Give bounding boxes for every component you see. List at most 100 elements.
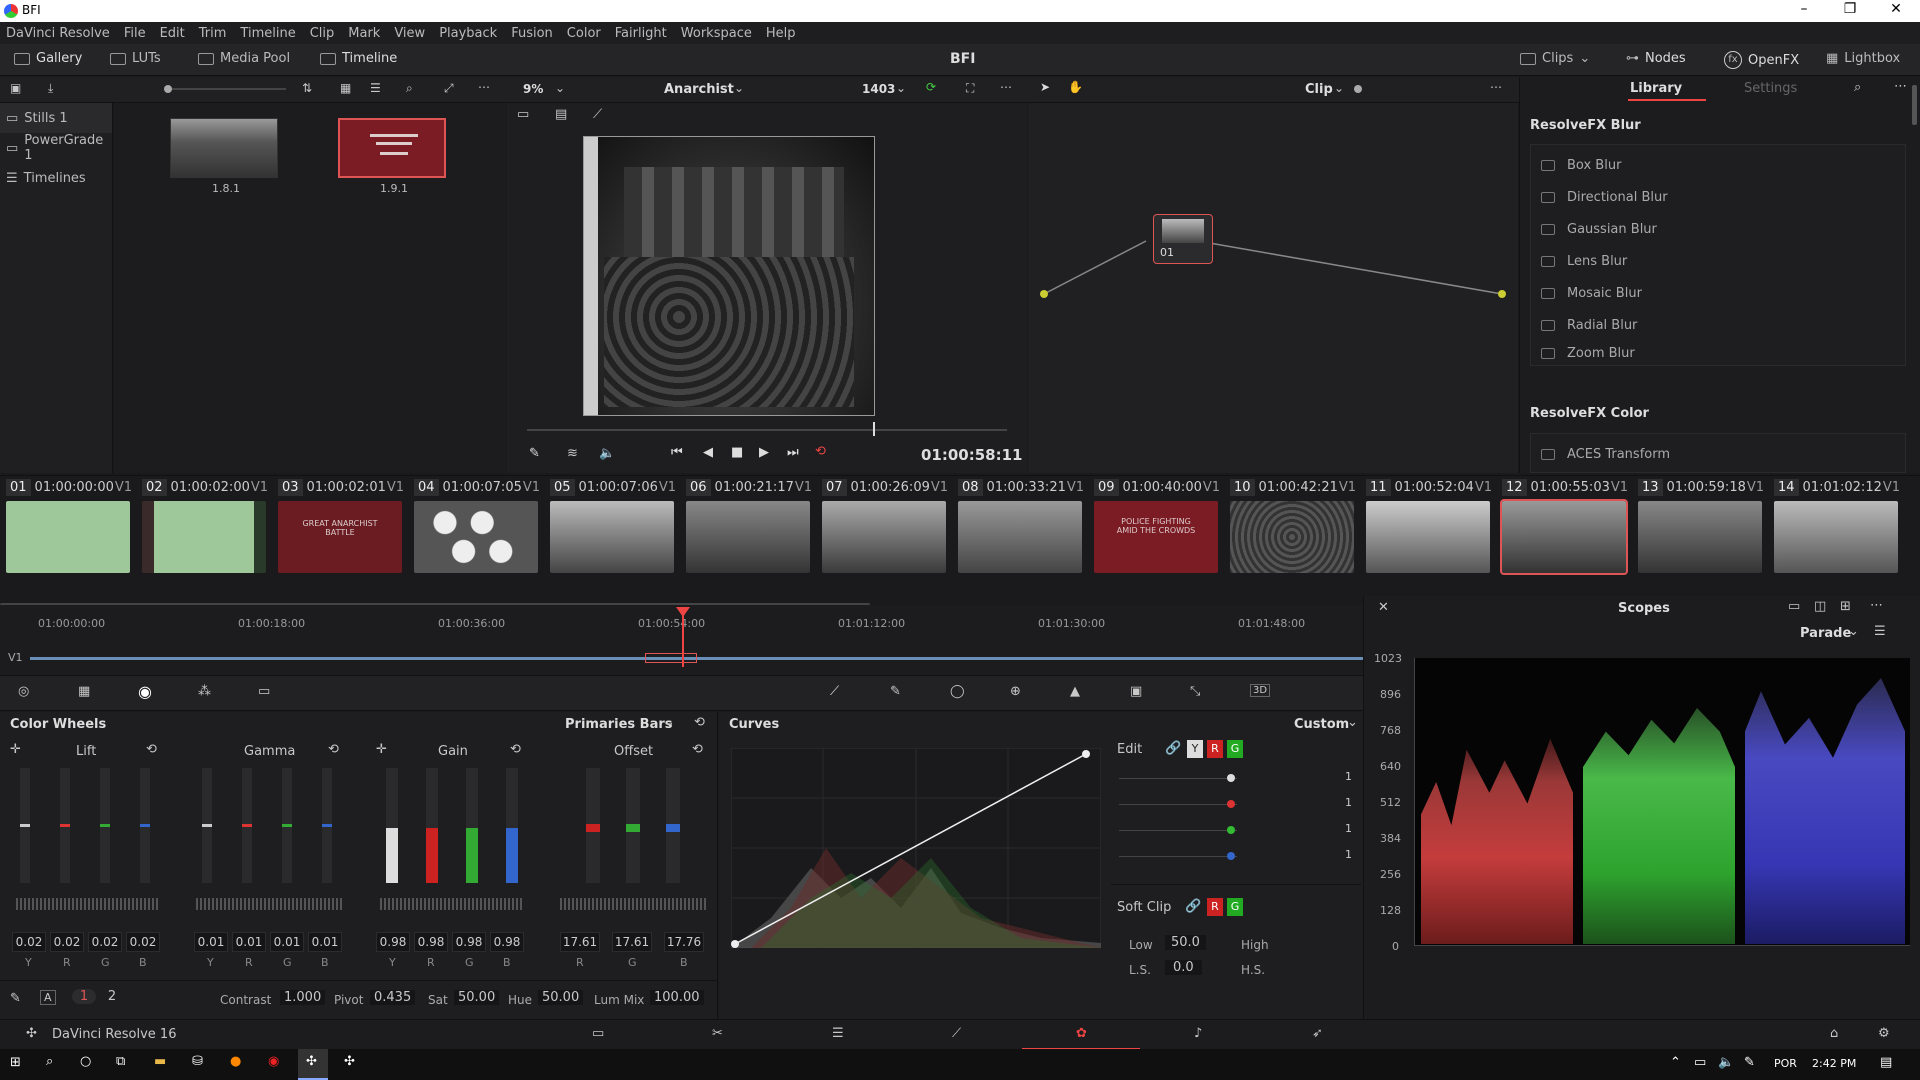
store-icon[interactable]: ⛁ [192, 1054, 203, 1069]
curves-mode-selector[interactable]: Custom [1294, 717, 1349, 732]
scrollbar[interactable] [1912, 85, 1917, 125]
intensity-b-value[interactable]: 1 [1345, 848, 1352, 861]
motion-effects-icon[interactable]: ▭ [258, 684, 270, 699]
color-node[interactable]: 01 [1153, 214, 1213, 264]
curve-point[interactable] [731, 940, 739, 948]
media-page-icon[interactable]: ▭ [592, 1026, 604, 1041]
scrub-bar[interactable] [527, 429, 1007, 431]
clip-05[interactable]: 05 01:00:07:06 V1 [544, 476, 680, 601]
search-icon[interactable]: ⌕ [46, 1054, 53, 1069]
notifications-icon[interactable]: ▤ [1880, 1055, 1892, 1070]
scope-settings-icon[interactable]: ☰ [1874, 624, 1886, 639]
color-page-tab[interactable]: ✿ [1022, 1020, 1140, 1050]
firefox-icon[interactable]: ● [230, 1054, 241, 1069]
still-thumbnail[interactable] [170, 118, 278, 178]
search-icon[interactable]: ⌕ [406, 81, 413, 96]
color-match-icon[interactable]: ▦ [78, 684, 90, 699]
curve-intensity-sliders[interactable] [1119, 772, 1239, 860]
clip-11[interactable]: 11 01:00:52:04 V1 [1360, 476, 1496, 601]
ls-value[interactable]: 0.0 [1165, 960, 1202, 975]
frame-counter[interactable]: 1403 [862, 82, 895, 96]
app-icon[interactable]: ◉ [268, 1054, 279, 1069]
softclip-r-toggle[interactable]: R [1207, 898, 1223, 916]
tracker-icon[interactable]: ⊕ [1010, 684, 1021, 699]
3d-icon[interactable]: 3D [1250, 684, 1271, 697]
scrub-playhead[interactable] [873, 422, 875, 436]
pen-icon[interactable]: ✎ [1744, 1055, 1755, 1070]
zoom-level[interactable]: 9% [523, 82, 543, 96]
layers-icon[interactable]: ≋ [567, 446, 578, 461]
menu-fusion[interactable]: Fusion [511, 26, 553, 41]
clip-09[interactable]: 09 01:00:40:00 V1 POLICE FIGHTING AMID THE … [1088, 476, 1224, 601]
gain-r-value[interactable]: 0.98 [414, 932, 448, 952]
page-1-button[interactable]: 1 [72, 989, 96, 1004]
blur-icon[interactable]: ▲ [1070, 684, 1080, 699]
home-icon[interactable]: ⌂ [1830, 1026, 1838, 1041]
input-port[interactable] [1040, 290, 1048, 298]
gallery-button[interactable]: Gallery [14, 51, 82, 66]
skip-start-icon[interactable]: ⏮ [671, 445, 683, 460]
curve-g-toggle[interactable]: G [1227, 740, 1243, 758]
color-wheels-icon[interactable]: ◉ [138, 682, 152, 701]
edit-page-icon[interactable]: ☰ [832, 1026, 844, 1041]
fusion-page-icon[interactable]: ⟋ [952, 1026, 961, 1041]
fairlight-page-icon[interactable]: ♪ [1194, 1026, 1202, 1041]
auto-balance-icon[interactable]: ✎ [10, 991, 21, 1006]
menu-view[interactable]: View [394, 26, 425, 41]
clips-button[interactable]: Clips ⌄ [1520, 51, 1590, 66]
menu-clip[interactable]: Clip [310, 26, 335, 41]
playhead[interactable] [682, 609, 684, 667]
pointer-icon[interactable]: ➤ [1040, 80, 1050, 94]
file-explorer-icon[interactable]: ▬ [154, 1054, 166, 1069]
stop-icon[interactable]: ■ [731, 445, 743, 460]
crosshair-icon[interactable]: ✛ [10, 742, 21, 757]
cut-page-icon[interactable]: ✂ [712, 1026, 723, 1041]
menu-workspace[interactable]: Workspace [681, 26, 752, 41]
clip-06[interactable]: 06 01:00:21:17 V1 [680, 476, 816, 601]
sort-icon[interactable]: ⇅ [302, 81, 312, 95]
output-port[interactable] [1498, 290, 1506, 298]
sidebar-item-stills[interactable]: ▭ Stills 1 [0, 103, 112, 133]
gain-b-value[interactable]: 0.98 [490, 932, 524, 952]
more-options-icon[interactable]: ⋯ [1490, 80, 1502, 94]
fx-item-aces-transform[interactable]: ACES Transform [1541, 438, 1670, 470]
reset-icon[interactable]: ⟲ [692, 742, 703, 757]
sat-value[interactable]: 50.00 [454, 990, 500, 1005]
gamma-y-value[interactable]: 0.01 [194, 932, 228, 952]
offset-g-value[interactable]: 17.61 [612, 932, 652, 952]
maximize-button[interactable]: ❐ [1830, 1, 1870, 17]
intensity-r-value[interactable]: 1 [1345, 796, 1352, 809]
tab-settings[interactable]: Settings [1744, 81, 1797, 96]
network-icon[interactable]: ▭ [1694, 1055, 1706, 1070]
menu-file[interactable]: File [124, 26, 146, 41]
grid-view-icon[interactable]: ▦ [340, 81, 351, 95]
clip-04[interactable]: 04 01:00:07:05 V1 [408, 476, 544, 601]
clip-01[interactable]: 01 01:00:00:00 V1 [0, 476, 136, 601]
clip-13[interactable]: 13 01:00:59:18 V1 [1632, 476, 1768, 601]
task-view-icon[interactable]: ⧉ [116, 1054, 125, 1069]
media-pool-button[interactable]: Media Pool [198, 51, 290, 66]
clip-12-selected[interactable]: 12 01:00:55:03 V1 [1496, 476, 1632, 601]
curve-r-toggle[interactable]: R [1207, 740, 1223, 758]
fx-category-color[interactable]: ResolveFX Color [1530, 406, 1649, 421]
video-frame[interactable] [583, 136, 875, 416]
playhead-handle-icon[interactable] [676, 607, 690, 617]
softclip-g-toggle[interactable]: G [1227, 898, 1243, 916]
list-view-icon[interactable]: ☰ [370, 81, 381, 95]
page-2-button[interactable]: 2 [100, 989, 124, 1004]
clip-02[interactable]: 02 01:00:02:00 V1 [136, 476, 272, 601]
reset-icon[interactable]: ⟲ [146, 742, 157, 757]
settings-gear-icon[interactable]: ⚙ [1878, 1026, 1890, 1041]
menu-davinci-resolve[interactable]: DaVinci Resolve [6, 26, 110, 41]
gain-g-value[interactable]: 0.98 [452, 932, 486, 952]
offset-r-value[interactable]: 17.61 [560, 932, 600, 952]
hue-value[interactable]: 50.00 [538, 990, 584, 1005]
fx-item-mosaic-blur[interactable]: Mosaic Blur [1541, 277, 1642, 309]
curves-icon[interactable]: ⟋ [830, 684, 839, 699]
lift-y-value[interactable]: 0.02 [12, 932, 46, 952]
menu-mark[interactable]: Mark [348, 26, 380, 41]
reset-icon[interactable]: ⟲ [694, 715, 705, 730]
rgb-mixer-icon[interactable]: ⁂ [198, 684, 211, 699]
fullscreen-icon[interactable]: ⛶ [966, 81, 974, 96]
menu-color[interactable]: Color [567, 26, 601, 41]
